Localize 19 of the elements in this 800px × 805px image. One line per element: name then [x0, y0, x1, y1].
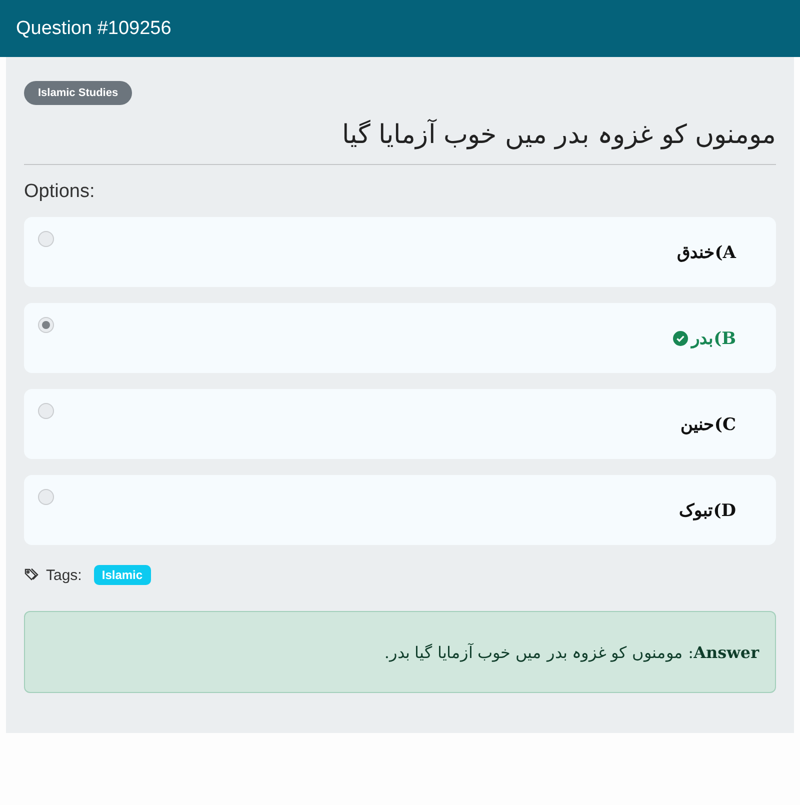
option-card[interactable]: A)خندق: [24, 217, 776, 287]
tags-label: Tags:: [46, 566, 82, 584]
option-text: B)بدر: [692, 328, 736, 348]
option-text: C)حنین: [680, 414, 736, 434]
radio-button[interactable]: [38, 403, 54, 419]
check-circle-icon: [672, 330, 688, 346]
tag-icon: [24, 567, 40, 583]
radio-button[interactable]: [38, 489, 54, 505]
radio-button[interactable]: [38, 231, 54, 247]
options-label: Options:: [24, 181, 95, 203]
option-text: A)خندق: [676, 242, 736, 262]
category-badge: Islamic Studies: [24, 81, 132, 105]
option-card[interactable]: D)تبوک: [24, 475, 776, 545]
radio-button[interactable]: [38, 317, 54, 333]
option-card[interactable]: C)حنین: [24, 389, 776, 459]
option-text: D)تبوک: [679, 500, 736, 520]
question-title: Question #109256: [16, 18, 172, 40]
question-text: مومنوں کو غزوہ بدر میں خوب آزمایا گیا: [24, 119, 776, 165]
option-card[interactable]: B)بدر: [24, 303, 776, 373]
